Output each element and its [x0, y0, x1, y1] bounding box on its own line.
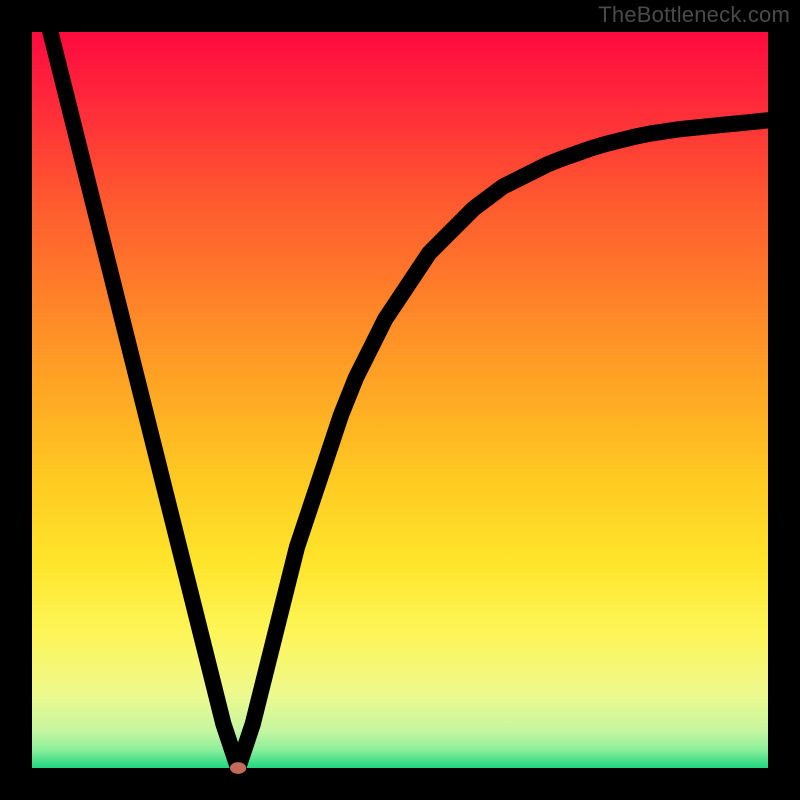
plot-area	[32, 32, 768, 768]
curve-layer	[32, 32, 768, 768]
watermark-text: TheBottleneck.com	[598, 2, 790, 28]
bottleneck-curve	[32, 0, 768, 768]
chart-frame: TheBottleneck.com	[0, 0, 800, 800]
optimal-marker	[230, 762, 246, 774]
